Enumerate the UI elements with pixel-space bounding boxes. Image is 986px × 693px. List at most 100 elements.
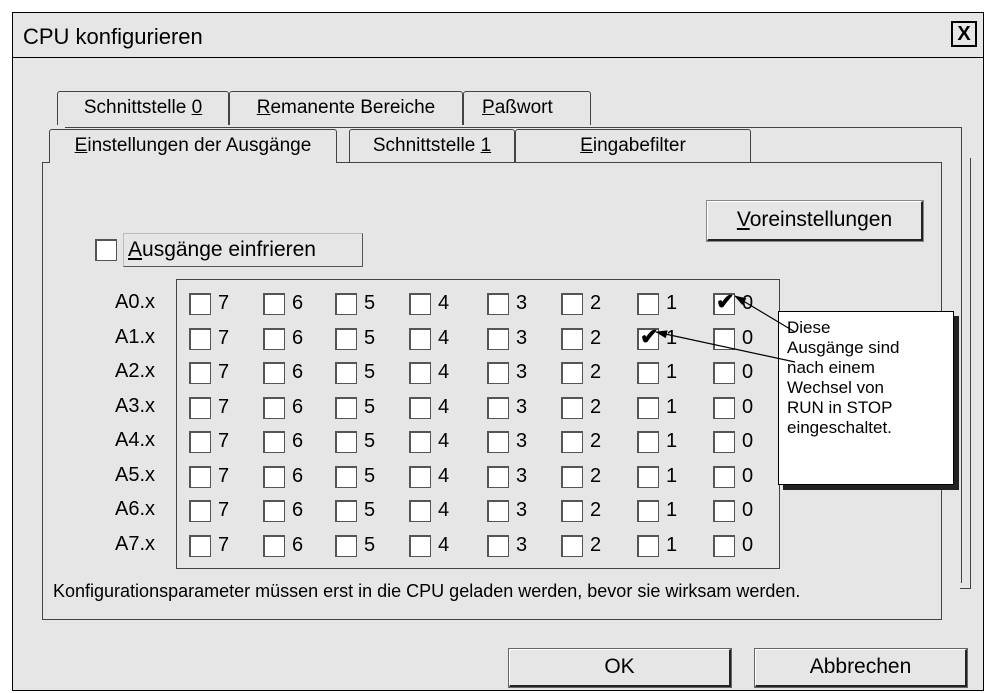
bit-checkbox[interactable] <box>263 500 285 522</box>
bit-checkbox[interactable] <box>335 465 357 488</box>
bit-checkbox[interactable] <box>561 362 583 384</box>
bit-checkbox[interactable] <box>335 431 357 453</box>
bit-checkbox[interactable] <box>263 362 285 384</box>
bit-checkbox[interactable] <box>487 327 509 350</box>
bit-number: 2 <box>590 326 602 349</box>
bit-checkbox[interactable] <box>713 362 735 384</box>
bit-checkbox[interactable] <box>263 431 285 453</box>
bit-checkbox[interactable] <box>335 396 357 419</box>
bit-number: 6 <box>292 464 304 487</box>
bit-checkbox[interactable] <box>487 465 509 488</box>
bit-number: 3 <box>516 292 528 314</box>
bit-checkbox[interactable] <box>263 293 285 315</box>
bit-checkbox[interactable] <box>487 431 509 453</box>
bit-checkbox[interactable] <box>637 362 659 384</box>
tab-einstellungen-der-ausgaenge[interactable]: Einstellungen der Ausgänge <box>49 129 337 163</box>
bit-checkbox[interactable] <box>335 293 357 315</box>
bit-checkbox[interactable] <box>637 431 659 453</box>
bit-checkbox[interactable] <box>409 465 431 488</box>
bit-number: 1 <box>666 361 678 383</box>
bit-checkbox[interactable] <box>409 396 431 419</box>
bit-checkbox[interactable] <box>189 327 211 350</box>
bit-number: 6 <box>292 499 304 521</box>
bit-checkbox[interactable] <box>335 500 357 522</box>
bit-checkbox[interactable] <box>189 534 211 557</box>
bit-checkbox[interactable] <box>189 465 211 488</box>
bit-number: 3 <box>516 533 528 556</box>
cancel-button[interactable]: Abbrechen <box>754 648 968 688</box>
bit-checkbox[interactable] <box>561 431 583 453</box>
bit-number: 5 <box>364 464 376 487</box>
bit-checkbox[interactable] <box>409 431 431 453</box>
bit-checkbox[interactable] <box>561 534 583 557</box>
freeze-outputs-checkbox[interactable] <box>95 239 117 261</box>
tab-label-key: E <box>580 135 593 156</box>
row-label: A5.x <box>115 463 156 486</box>
bit-checkbox[interactable] <box>561 327 583 350</box>
bit-number: 0 <box>742 395 754 418</box>
bit-checkbox[interactable] <box>637 500 659 522</box>
bit-checkbox[interactable] <box>189 293 211 315</box>
bit-checkbox[interactable] <box>189 396 211 419</box>
bit-checkbox[interactable] <box>189 500 211 522</box>
bit-checkbox[interactable] <box>409 500 431 522</box>
bit-checkbox[interactable] <box>409 327 431 350</box>
bit-checkbox[interactable] <box>263 534 285 557</box>
bit-number: 1 <box>666 292 678 314</box>
bit-number: 1 <box>666 430 678 452</box>
bit-checkbox[interactable] <box>713 500 735 522</box>
bit-checkbox[interactable] <box>713 534 735 557</box>
bit-checkbox[interactable] <box>487 396 509 419</box>
callout-line: Ausgänge sind <box>787 338 900 357</box>
close-button[interactable]: X <box>951 21 977 47</box>
bit-checkbox[interactable] <box>189 362 211 384</box>
bit-checkbox[interactable] <box>713 396 735 419</box>
bit-checkbox[interactable] <box>263 327 285 350</box>
bit-checkbox[interactable] <box>409 534 431 557</box>
tab-eingabefilter[interactable]: Eingabefilter <box>515 129 751 163</box>
bit-number: 7 <box>218 292 230 314</box>
row-label: A4.x <box>115 429 156 451</box>
defaults-button[interactable]: Voreinstellungen <box>706 200 924 242</box>
bit-checkbox[interactable] <box>487 534 509 557</box>
bit-checkbox[interactable] <box>487 362 509 384</box>
bit-checkbox[interactable] <box>335 327 357 350</box>
bit-checkbox[interactable] <box>409 293 431 315</box>
bit-number: 3 <box>516 499 528 521</box>
bit-checkbox[interactable] <box>335 534 357 557</box>
bit-checkbox[interactable] <box>263 465 285 488</box>
freeze-outputs-label[interactable]: Ausgänge einfrieren <box>123 233 363 267</box>
bit-checkbox[interactable] <box>561 500 583 522</box>
bit-checkbox[interactable] <box>713 327 735 350</box>
bit-checkbox[interactable] <box>487 500 509 522</box>
bit-number: 4 <box>438 499 450 521</box>
bit-number: 7 <box>218 499 230 521</box>
bit-checkbox[interactable] <box>713 431 735 453</box>
bit-checkbox[interactable] <box>713 465 735 488</box>
bit-number: 1 <box>666 464 678 487</box>
bit-checkbox[interactable] <box>487 293 509 315</box>
tab-schnittstelle-1[interactable]: Schnittstelle 1 <box>349 129 515 163</box>
ok-button[interactable]: OK <box>508 648 732 688</box>
bit-checkbox[interactable]: ✔ <box>637 324 659 350</box>
bit-checkbox[interactable] <box>637 396 659 419</box>
bit-number: 5 <box>364 499 376 521</box>
bit-number: 6 <box>292 292 304 314</box>
tab-remanente-bereiche[interactable]: Remanente Bereiche <box>229 91 463 125</box>
bit-checkbox[interactable] <box>189 431 211 453</box>
callout-line: eingeschaltet. <box>787 418 892 437</box>
bit-checkbox[interactable] <box>637 293 659 315</box>
bit-number: 7 <box>218 361 230 383</box>
bit-checkbox[interactable] <box>637 534 659 557</box>
bit-checkbox[interactable]: ✔ <box>713 289 735 315</box>
bit-checkbox[interactable] <box>637 465 659 488</box>
tab-schnittstelle-0[interactable]: Schnittstelle 0 <box>57 91 229 125</box>
tab-passwort[interactable]: Paßwort <box>463 91 591 125</box>
bit-checkbox[interactable] <box>263 396 285 419</box>
bit-number: 5 <box>364 395 376 418</box>
bit-checkbox[interactable] <box>561 465 583 488</box>
bit-checkbox[interactable] <box>409 362 431 384</box>
bit-checkbox[interactable] <box>335 362 357 384</box>
bit-checkbox[interactable] <box>561 293 583 315</box>
bit-checkbox[interactable] <box>561 396 583 419</box>
